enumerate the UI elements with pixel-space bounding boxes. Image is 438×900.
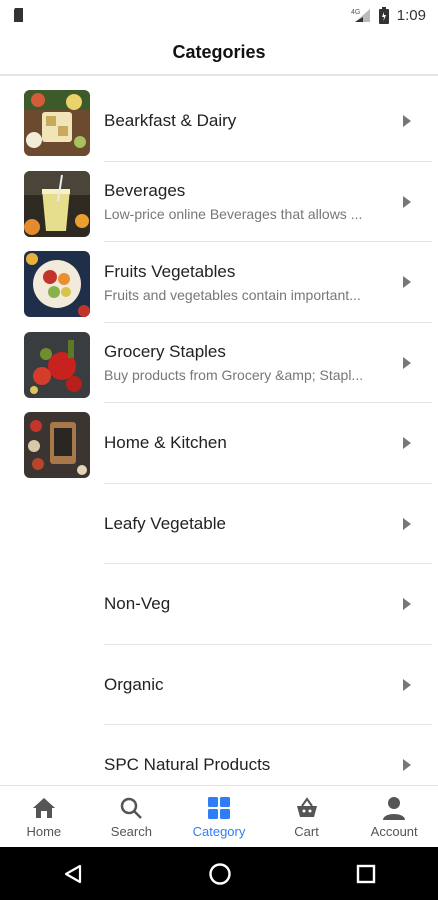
chevron-right-icon [403,678,411,691]
system-nav-bar [0,847,438,900]
category-title: Bearkfast & Dairy [104,111,237,130]
breakfast-photo [24,90,90,156]
chevron-right-icon [403,115,411,127]
nav-cart[interactable]: Cart [263,786,351,848]
battery-icon [378,6,389,24]
chevron-right-icon [403,356,411,369]
category-icon [207,797,230,819]
category-item-grocery-staples[interactable]: Grocery Staples Buy products from Grocer… [0,323,438,403]
status-time: 1:09 [396,6,426,24]
category-title: Organic [104,674,164,694]
category-item-fruits-vegetables[interactable]: Fruits Vegetables Fruits and vegetables … [0,242,438,323]
svg-text:4G: 4G [351,9,360,16]
nav-home[interactable]: Home [0,786,88,848]
category-title: Home & Kitchen [104,433,227,452]
category-title: Leafy Vegetable [104,513,226,533]
category-item-home-kitchen[interactable]: Home & Kitchen [0,403,438,484]
cart-icon [296,797,317,817]
nav-label: Cart [294,824,319,839]
home-circle-icon[interactable] [208,862,232,886]
category-title: Non-Veg [104,594,171,613]
beverage-photo [24,170,90,237]
status-indicators: 4G 1:09 [351,6,426,24]
back-icon[interactable] [62,863,84,885]
search-icon [121,797,143,819]
recents-icon[interactable] [356,864,376,884]
category-title: SPC Natural Products [104,755,271,774]
nav-category[interactable]: Category [175,786,263,848]
home-icon [32,798,55,818]
page-title: Categories [0,30,438,76]
category-title: Fruits Vegetables [104,261,236,281]
category-item-leafy-vegetable[interactable]: Leafy Vegetable [0,484,438,564]
nav-search[interactable]: Search [88,786,176,848]
chevron-right-icon [403,598,411,610]
status-bar: 4G 1:09 [0,0,438,30]
account-icon [383,797,406,820]
category-item-breakfast-dairy[interactable]: Bearkfast & Dairy [0,81,438,162]
chevron-right-icon [403,517,411,530]
category-subtitle: Low-price online Beverages that allows .… [104,206,363,222]
bottom-nav: Home Search Category Cart Account [0,785,438,848]
kitchen-photo [24,412,90,478]
chevron-right-icon [403,276,411,288]
nav-label: Category [192,824,246,839]
nav-label: Search [110,824,152,839]
fruits-photo [24,251,90,317]
category-subtitle: Buy products from Grocery &amp; Stapl... [104,367,364,383]
chevron-right-icon [403,437,411,449]
sim-card-icon [14,8,23,22]
signal-icon: 4G [351,9,370,22]
chevron-right-icon [403,759,411,771]
nav-account[interactable]: Account [350,786,438,848]
category-item-non-veg[interactable]: Non-Veg [0,564,438,645]
category-item-beverages[interactable]: Beverages Low-price online Beverages tha… [0,162,438,242]
grocery-photo [24,331,90,398]
nav-label: Account [370,824,418,839]
category-list: Bearkfast & Dairy Beverages Low-price on… [0,81,438,806]
category-item-organic[interactable]: Organic [0,645,438,725]
chevron-right-icon [403,195,411,208]
category-title: Beverages [104,181,186,200]
category-subtitle: Fruits and vegetables contain important.… [104,286,361,303]
nav-label: Home [26,824,62,839]
category-title: Grocery Staples [104,342,226,361]
